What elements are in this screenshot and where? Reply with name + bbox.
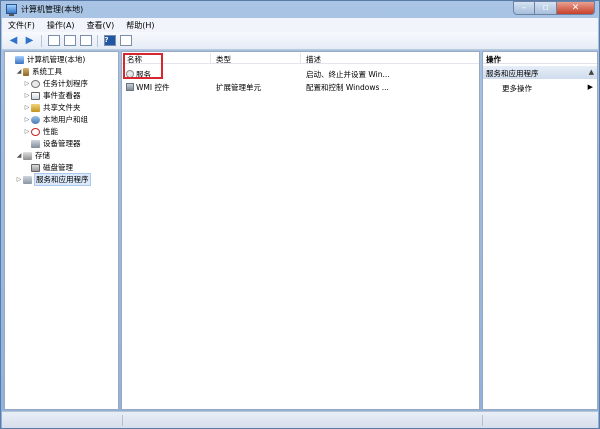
menu-file[interactable]: 文件(F) bbox=[8, 20, 35, 31]
expand-toggle-icon[interactable]: ▷ bbox=[23, 92, 31, 99]
actions-pane: 操作 服务和应用程序 ▲ 更多操作 ▶ bbox=[482, 51, 598, 410]
show-hide-action-pane-icon[interactable] bbox=[119, 35, 132, 46]
computer-icon bbox=[15, 55, 24, 64]
tree-item-device-manager[interactable]: 设备管理器 bbox=[23, 138, 81, 149]
tree-item-performance[interactable]: ▷ 性能 bbox=[23, 126, 58, 137]
tree-item-storage[interactable]: ◢ 存储 bbox=[15, 150, 50, 161]
tree-item-root[interactable]: 计算机管理(本地) bbox=[7, 54, 85, 65]
tree-item-label: 计算机管理(本地) bbox=[27, 55, 86, 64]
highlight-annotation-box bbox=[123, 53, 163, 79]
details-pane[interactable]: 名称 类型 描述 服务 启动、终止并设置 Win... WMI 控件 扩展管理单… bbox=[121, 51, 480, 410]
wmi-icon bbox=[126, 83, 134, 91]
toolbar-separator bbox=[97, 34, 98, 47]
tree-item-label: 任务计划程序 bbox=[43, 79, 88, 88]
tree-item-label: 系统工具 bbox=[32, 67, 62, 76]
clock-icon bbox=[31, 79, 40, 88]
tree-item-label: 共享文件夹 bbox=[43, 103, 81, 112]
maximize-button[interactable]: ▫ bbox=[535, 1, 557, 15]
tree-item-label: 服务和应用程序 bbox=[34, 173, 91, 186]
users-icon bbox=[31, 115, 40, 124]
console-tree[interactable]: 计算机管理(本地) ◢ 系统工具 ▷ 任务计划程序 ▷ 事件查看器 ▷ 共享文件夹 ▷ 本地用户和组… bbox=[4, 51, 119, 410]
export-list-icon[interactable] bbox=[79, 35, 92, 46]
toolbar-separator bbox=[41, 34, 42, 47]
menu-view[interactable]: 查看(V) bbox=[87, 20, 115, 31]
action-label: 更多操作 bbox=[502, 84, 532, 93]
action-more-actions[interactable]: 更多操作 ▶ bbox=[483, 82, 597, 94]
list-item-type: 扩展管理单元 bbox=[216, 83, 261, 92]
tree-item-label: 本地用户和组 bbox=[43, 115, 88, 124]
disk-icon bbox=[31, 163, 40, 172]
list-item-wmi-control[interactable]: WMI 控件 扩展管理单元 配置和控制 Windows ... bbox=[122, 80, 479, 92]
up-folder-icon[interactable] bbox=[47, 35, 60, 46]
tree-item-system-tools[interactable]: ◢ 系统工具 bbox=[15, 66, 62, 77]
tree-item-event-viewer[interactable]: ▷ 事件查看器 bbox=[23, 90, 81, 101]
title-bar[interactable]: 计算机管理(本地) – ▫ ✕ bbox=[1, 1, 599, 18]
tree-item-label: 事件查看器 bbox=[43, 91, 81, 100]
menu-bar: 文件(F) 操作(A) 查看(V) 帮助(H) bbox=[2, 18, 598, 32]
tree-item-services-applications[interactable]: ▷ 服务和应用程序 bbox=[15, 173, 91, 186]
actions-section-label: 服务和应用程序 bbox=[486, 69, 539, 78]
actions-header: 操作 bbox=[483, 52, 597, 64]
status-divider bbox=[482, 415, 483, 426]
list-header: 名称 类型 描述 bbox=[122, 52, 479, 64]
tree-item-label: 设备管理器 bbox=[43, 139, 81, 148]
status-bar bbox=[2, 411, 598, 428]
collapse-up-icon[interactable]: ▲ bbox=[589, 68, 594, 76]
back-arrow-icon[interactable]: ◀ bbox=[7, 34, 20, 47]
expand-toggle-icon[interactable]: ◢ bbox=[15, 152, 23, 159]
help-icon[interactable]: ? bbox=[103, 35, 116, 46]
submenu-arrow-icon: ▶ bbox=[587, 83, 593, 91]
expand-toggle-icon[interactable]: ▷ bbox=[15, 176, 23, 183]
tree-item-task-scheduler[interactable]: ▷ 任务计划程序 bbox=[23, 78, 88, 89]
device-manager-icon bbox=[31, 139, 40, 148]
tools-icon bbox=[23, 67, 29, 76]
computer-management-window: 计算机管理(本地) – ▫ ✕ 文件(F) 操作(A) 查看(V) 帮助(H) … bbox=[0, 0, 600, 429]
tree-item-local-users-groups[interactable]: ▷ 本地用户和组 bbox=[23, 114, 88, 125]
computer-management-icon bbox=[6, 4, 17, 16]
menu-help[interactable]: 帮助(H) bbox=[126, 20, 154, 31]
performance-icon bbox=[31, 127, 40, 136]
column-divider[interactable] bbox=[210, 53, 211, 63]
tree-item-disk-management[interactable]: 磁盘管理 bbox=[23, 162, 73, 173]
list-item-description: 启动、终止并设置 Win... bbox=[306, 70, 390, 79]
close-button[interactable]: ✕ bbox=[557, 1, 595, 15]
toolbar: ◀ ▶ ? bbox=[2, 32, 598, 50]
tree-item-label: 磁盘管理 bbox=[43, 163, 73, 172]
actions-section-services-and-applications[interactable]: 服务和应用程序 ▲ bbox=[483, 66, 597, 79]
event-viewer-icon bbox=[31, 91, 40, 100]
list-item-description: 配置和控制 Windows ... bbox=[306, 83, 389, 92]
window-controls: – ▫ ✕ bbox=[513, 1, 595, 15]
minimize-button[interactable]: – bbox=[513, 1, 535, 15]
column-header-type[interactable]: 类型 bbox=[216, 54, 231, 65]
expand-toggle-icon[interactable]: ▷ bbox=[23, 128, 31, 135]
tree-item-shared-folders[interactable]: ▷ 共享文件夹 bbox=[23, 102, 81, 113]
menu-action[interactable]: 操作(A) bbox=[47, 20, 75, 31]
show-hide-tree-icon[interactable] bbox=[63, 35, 76, 46]
list-item-name: WMI 控件 bbox=[126, 82, 169, 93]
expand-toggle-icon[interactable]: ▷ bbox=[23, 104, 31, 111]
services-icon bbox=[23, 175, 32, 184]
forward-arrow-icon[interactable]: ▶ bbox=[23, 34, 36, 47]
tree-item-label: 性能 bbox=[43, 127, 58, 136]
list-item-services[interactable]: 服务 启动、终止并设置 Win... bbox=[122, 67, 479, 79]
expand-toggle-icon[interactable]: ▷ bbox=[23, 80, 31, 87]
window-title: 计算机管理(本地) bbox=[21, 5, 84, 14]
tree-item-label: 存储 bbox=[35, 151, 50, 160]
column-divider[interactable] bbox=[300, 53, 301, 63]
column-header-description[interactable]: 描述 bbox=[306, 54, 321, 65]
status-divider bbox=[122, 415, 123, 426]
expand-toggle-icon[interactable]: ◢ bbox=[15, 68, 23, 75]
storage-icon bbox=[23, 151, 32, 160]
shared-folder-icon bbox=[31, 103, 40, 112]
expand-toggle-icon[interactable]: ▷ bbox=[23, 116, 31, 123]
